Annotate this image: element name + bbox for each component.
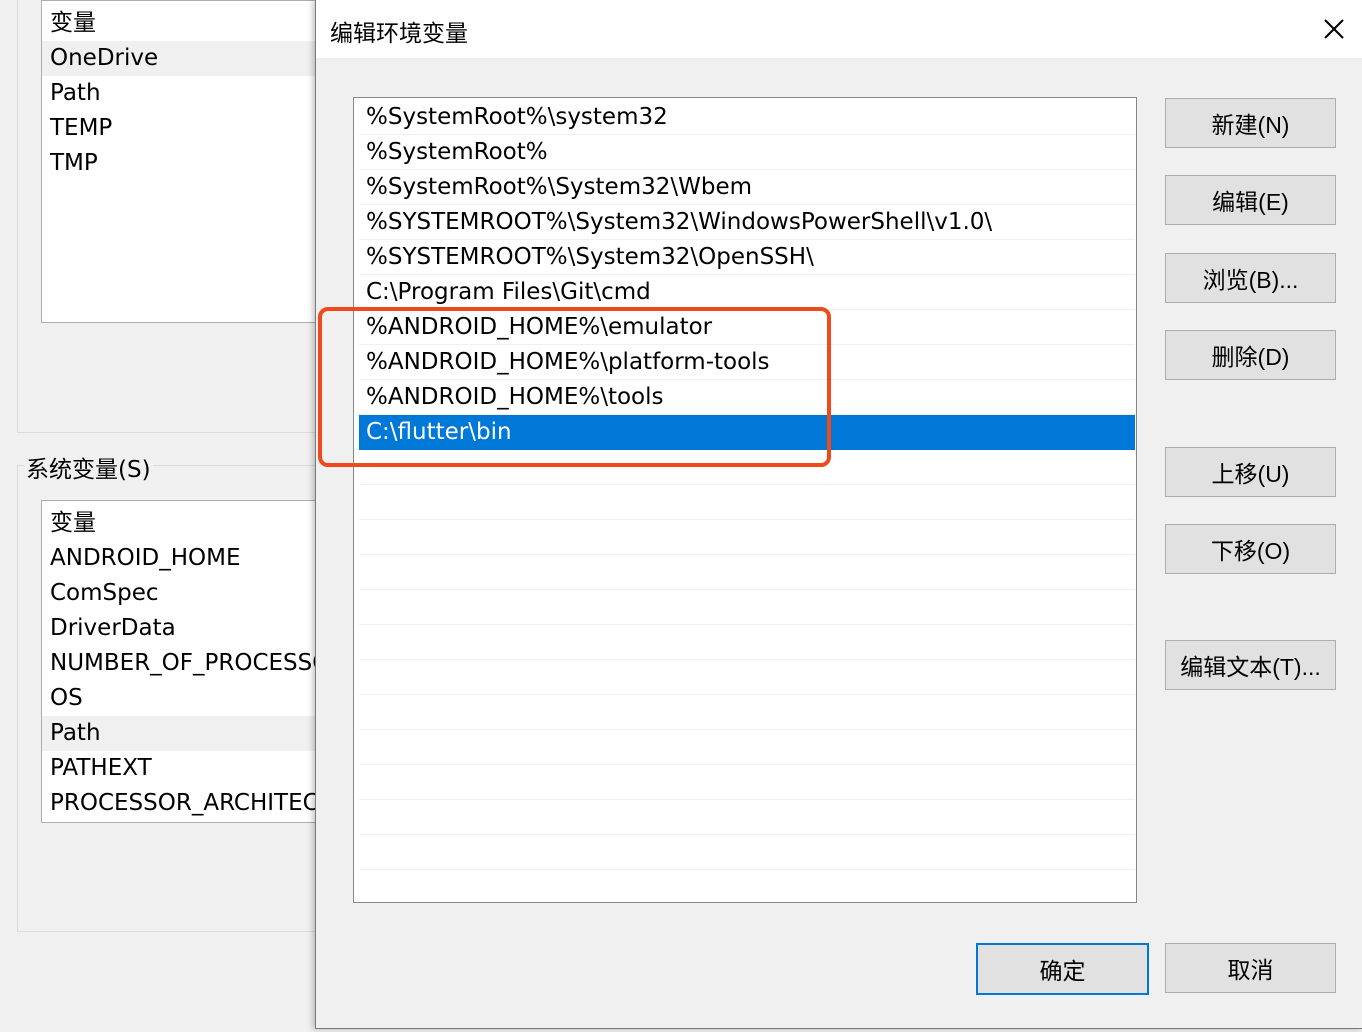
- new-button[interactable]: 新建(N): [1165, 98, 1336, 148]
- edit-env-var-dialog: 编辑环境变量 %SystemRoot%\system32 %SystemRoot…: [315, 0, 1362, 1029]
- path-entry[interactable]: C:\Program Files\Git\cmd: [359, 275, 1135, 310]
- empty-row[interactable]: [359, 695, 1135, 730]
- user-var-row[interactable]: OneDrive: [42, 41, 332, 76]
- move-down-button[interactable]: 下移(O): [1165, 524, 1336, 574]
- empty-row[interactable]: [359, 555, 1135, 590]
- user-var-row[interactable]: TMP: [42, 146, 332, 181]
- dialog-title: 编辑环境变量: [330, 21, 468, 47]
- annotation-highlight-box: [318, 307, 831, 467]
- empty-row[interactable]: [359, 590, 1135, 625]
- system-vars-header[interactable]: 变量: [42, 501, 332, 541]
- empty-row[interactable]: [359, 520, 1135, 555]
- system-vars-list[interactable]: 变量 ANDROID_HOME ComSpec DriverData NUMBE…: [41, 500, 333, 823]
- system-var-row[interactable]: Path: [42, 716, 332, 751]
- user-vars-list[interactable]: 变量 OneDrive Path TEMP TMP: [41, 0, 333, 323]
- system-var-row[interactable]: PROCESSOR_ARCHITECTURE: [42, 786, 332, 821]
- delete-button[interactable]: 删除(D): [1165, 330, 1336, 380]
- user-var-row[interactable]: Path: [42, 76, 332, 111]
- path-entry[interactable]: %SystemRoot%\System32\Wbem: [359, 170, 1135, 205]
- move-up-button[interactable]: 上移(U): [1165, 447, 1336, 497]
- browse-button[interactable]: 浏览(B)...: [1165, 253, 1336, 303]
- ok-button[interactable]: 确定: [976, 943, 1149, 995]
- path-entry[interactable]: %SystemRoot%\system32: [359, 100, 1135, 135]
- system-var-row[interactable]: ANDROID_HOME: [42, 541, 332, 576]
- path-list[interactable]: %SystemRoot%\system32 %SystemRoot% %Syst…: [353, 97, 1137, 903]
- path-entry[interactable]: %SYSTEMROOT%\System32\WindowsPowerShell\…: [359, 205, 1135, 240]
- empty-row[interactable]: [359, 625, 1135, 660]
- edit-button[interactable]: 编辑(E): [1165, 175, 1336, 225]
- path-entry[interactable]: %SystemRoot%: [359, 135, 1135, 170]
- path-entry[interactable]: %SYSTEMROOT%\System32\OpenSSH\: [359, 240, 1135, 275]
- empty-row[interactable]: [359, 660, 1135, 695]
- close-icon[interactable]: [1305, 0, 1362, 58]
- system-var-row[interactable]: OS: [42, 681, 332, 716]
- title-bar: 编辑环境变量: [316, 0, 1362, 58]
- system-var-row[interactable]: NUMBER_OF_PROCESSORS: [42, 646, 332, 681]
- empty-row[interactable]: [359, 765, 1135, 800]
- user-var-row[interactable]: TEMP: [42, 111, 332, 146]
- cancel-button[interactable]: 取消: [1165, 943, 1336, 993]
- empty-row[interactable]: [359, 485, 1135, 520]
- system-var-row[interactable]: ComSpec: [42, 576, 332, 611]
- empty-row[interactable]: [359, 730, 1135, 765]
- system-var-row[interactable]: PATHEXT: [42, 751, 332, 786]
- system-var-row[interactable]: DriverData: [42, 611, 332, 646]
- empty-row[interactable]: [359, 800, 1135, 835]
- user-vars-header[interactable]: 变量: [42, 1, 332, 41]
- edit-text-button[interactable]: 编辑文本(T)...: [1165, 640, 1336, 690]
- empty-row[interactable]: [359, 835, 1135, 870]
- system-vars-label: 系统变量(S): [24, 450, 153, 484]
